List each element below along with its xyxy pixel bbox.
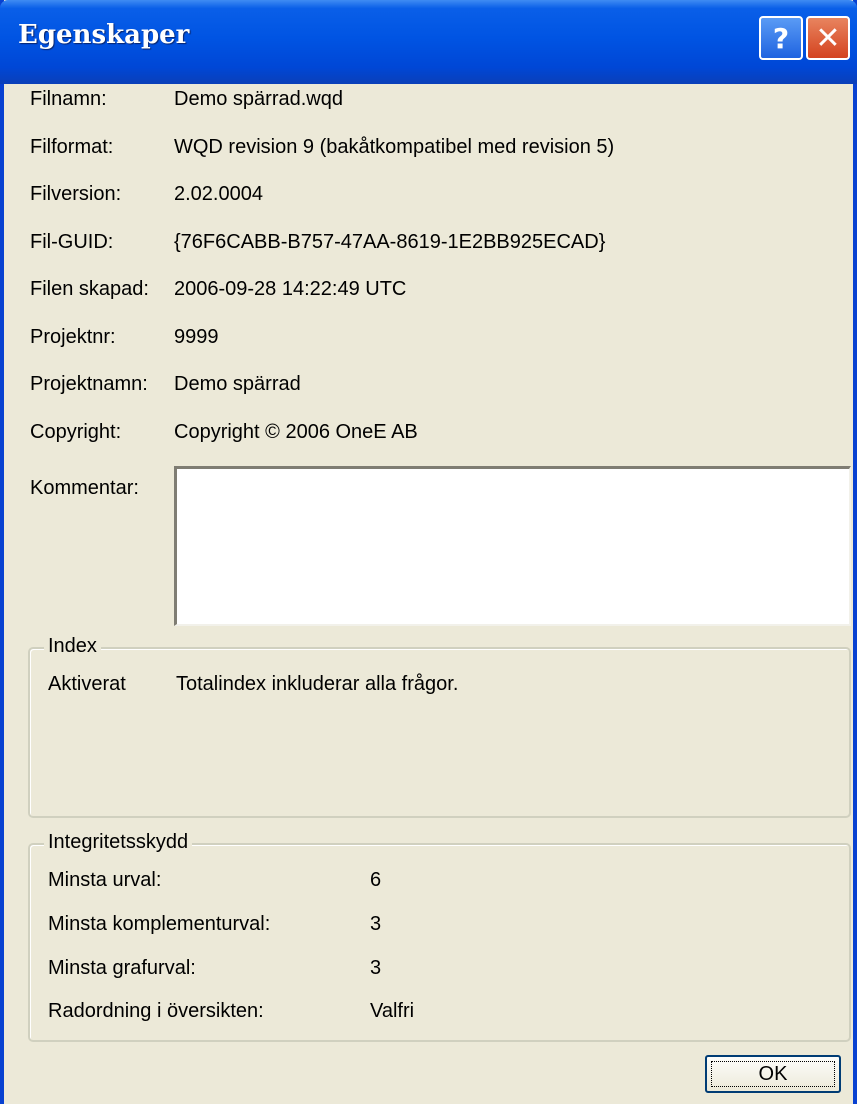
filename-value: Demo spärrad.wqd — [174, 88, 343, 110]
projectnr-value: 9999 — [174, 326, 219, 348]
filename-label: Filnamn: — [30, 88, 107, 110]
created-label: Filen skapad: — [30, 278, 149, 300]
min-complement-label: Minsta komplementurval: — [48, 913, 271, 935]
copyright-label: Copyright: — [30, 421, 122, 443]
properties-dialog: Egenskaper ? ✕ Filnamn: Demo spärrad.wqd… — [0, 0, 857, 1104]
projectname-label: Projektnamn: — [30, 373, 148, 395]
min-selection-label: Minsta urval: — [48, 869, 162, 891]
help-icon: ? — [772, 21, 790, 55]
title-bar[interactable]: Egenskaper ? ✕ — [0, 0, 857, 84]
integrity-legend: Integritetsskydd — [44, 831, 193, 854]
row-order-value: Valfri — [370, 1000, 415, 1022]
copyright-value: Copyright © 2006 OneE AB — [174, 421, 418, 443]
fileversion-value: 2.02.0004 — [174, 183, 263, 205]
projectnr-label: Projektnr: — [30, 326, 116, 348]
fileguid-label: Fil-GUID: — [30, 231, 114, 253]
min-graph-label: Minsta grafurval: — [48, 957, 196, 979]
comment-label: Kommentar: — [30, 477, 139, 499]
min-selection-value: 6 — [370, 869, 382, 891]
window-title: Egenskaper — [18, 20, 190, 50]
fileformat-value: WQD revision 9 (bakåtkompatibel med revi… — [174, 136, 615, 158]
integrity-groupbox: Integritetsskydd Minsta urval: 6 Minsta … — [28, 831, 851, 1042]
min-graph-value: 3 — [370, 957, 382, 979]
min-complement-value: 3 — [370, 913, 382, 935]
index-description: Totalindex inkluderar alla frågor. — [176, 673, 459, 695]
ok-button[interactable]: OK — [705, 1055, 841, 1093]
fileversion-label: Filversion: — [30, 183, 122, 205]
row-order-label: Radordning i översikten: — [48, 1000, 264, 1022]
created-value: 2006-09-28 14:22:49 UTC — [174, 278, 407, 300]
fileformat-label: Filformat: — [30, 136, 114, 158]
focus-rectangle — [711, 1061, 835, 1087]
projectname-value: Demo spärrad — [174, 373, 301, 395]
close-icon: ✕ — [815, 20, 841, 56]
index-status: Aktiverat — [48, 673, 126, 695]
help-button[interactable]: ? — [759, 16, 803, 60]
comment-textarea[interactable] — [174, 466, 851, 626]
close-button[interactable]: ✕ — [806, 16, 850, 60]
index-legend: Index — [44, 635, 101, 658]
index-groupbox: Index Aktiverat Totalindex inkluderar al… — [28, 635, 851, 818]
fileguid-value: {76F6CABB-B757-47AA-8619-1E2BB925ECAD} — [174, 231, 606, 253]
